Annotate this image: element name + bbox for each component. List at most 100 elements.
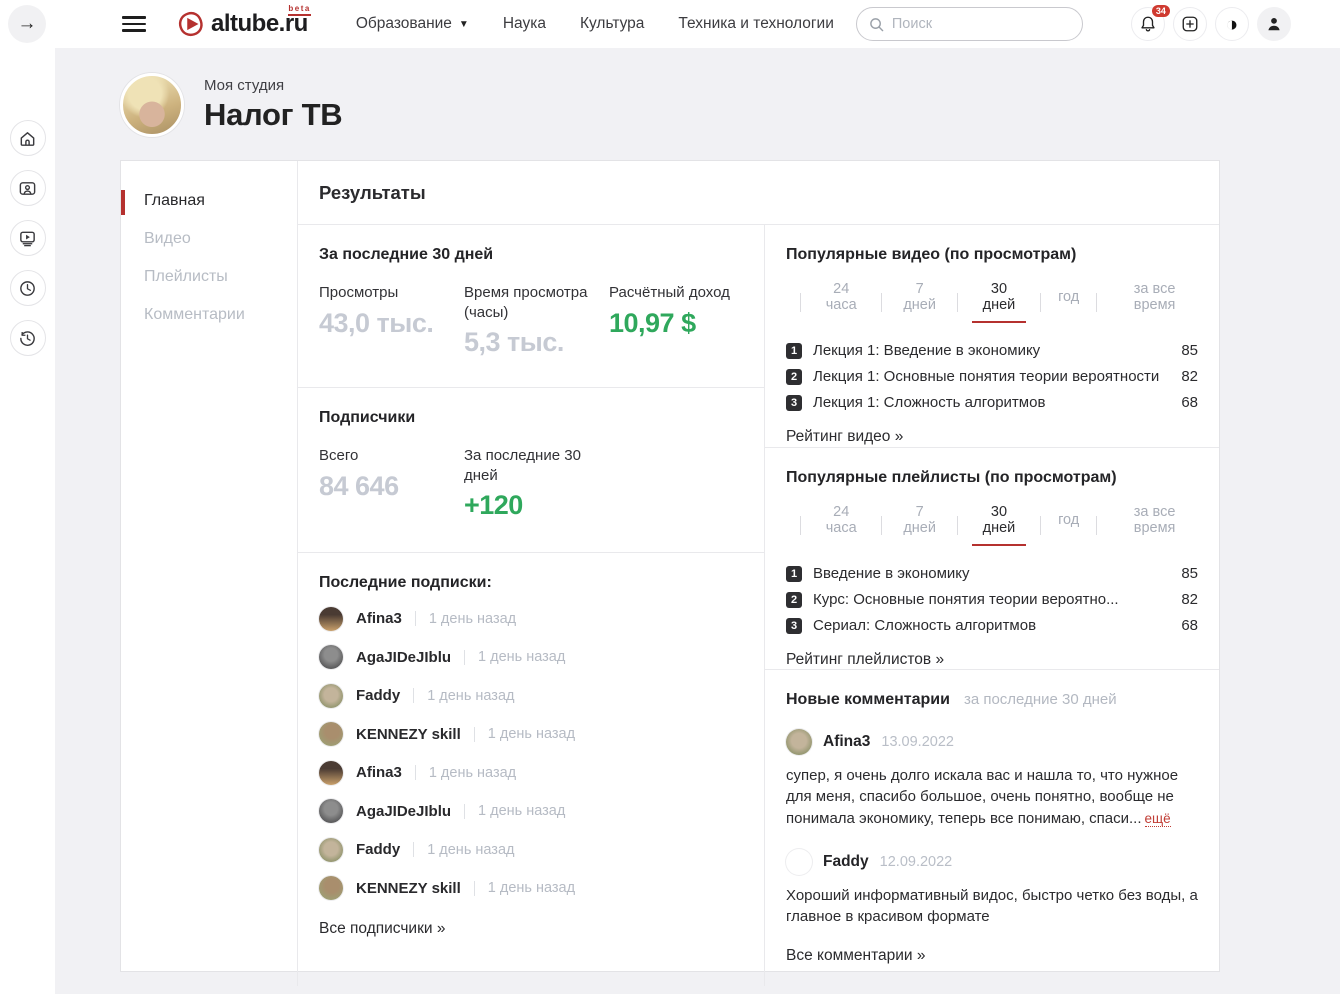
rank-badge: 1 — [786, 565, 802, 582]
subscribers-title: Подписчики — [319, 409, 416, 426]
comment-more-link[interactable]: ещё — [1144, 810, 1171, 827]
subscriber-row[interactable]: Faddy 1 день назад — [319, 683, 743, 708]
logo-beta-badge: beta — [288, 4, 311, 16]
all-subscribers-link[interactable]: Все подписчики » — [319, 920, 445, 938]
video-rank-row[interactable]: 3 Лекция 1: Сложность алгоритмов 68 — [786, 394, 1198, 411]
rank-badge: 1 — [786, 342, 802, 359]
subscriber-name: Faddy — [356, 687, 401, 704]
stat-watch-time-value: 5,3 тыс. — [464, 327, 564, 357]
subscriber-avatar — [319, 683, 343, 708]
divider — [413, 688, 415, 703]
playlist-views: 82 — [1181, 591, 1198, 608]
main-content: Моя студия Налог ТВ Главная Видео Плейли… — [55, 48, 1340, 994]
subscribers-section: Подписчики Всего 84 646 За последние 30 … — [298, 388, 764, 553]
rail-history-button[interactable] — [9, 320, 46, 356]
playlist-views: 85 — [1181, 565, 1198, 582]
videos-rating-link[interactable]: Рейтинг видео » — [786, 428, 903, 446]
divider — [473, 726, 475, 742]
stat-revenue-value: 10,97 $ — [609, 307, 696, 338]
period-tab[interactable]: год — [1055, 289, 1082, 315]
menu-button[interactable] — [122, 16, 146, 32]
period-tab[interactable]: за все время — [1111, 504, 1198, 546]
add-content-button[interactable] — [1172, 7, 1207, 41]
studio-nav-item[interactable]: Видео — [121, 221, 297, 257]
popular-videos-section: Популярные видео (по просмотрам) 24 часа… — [765, 225, 1219, 448]
sidebar-expand-button[interactable]: → — [8, 5, 46, 43]
stat-subs-total: Всего 84 646 — [319, 446, 464, 521]
dashboard-body: Результаты За последние 30 дней Просмотр… — [298, 161, 1219, 987]
notifications-button[interactable]: 34 — [1130, 5, 1170, 41]
account-card-icon — [19, 181, 36, 195]
popular-videos-title: Популярные видео (по просмотрам) — [786, 246, 1077, 263]
stat-views-value: 43,0 тыс. — [319, 307, 434, 338]
search-input[interactable] — [891, 16, 1070, 32]
playlist-title: Сериал: Сложность алгоритмов — [813, 617, 1037, 634]
comment: Faddy 12.09.2022 Хороший информативный в… — [786, 849, 1198, 928]
subscriber-row[interactable]: AgaJIDeJIblu 1 день назад — [319, 799, 743, 823]
subscriber-row[interactable]: KENNEZY skill 1 день назад — [319, 876, 743, 900]
subscriber-row[interactable]: AgaJIDeJIblu 1 день назад — [319, 645, 743, 669]
subscriber-name: KENNEZY skill — [356, 725, 461, 743]
subscriber-name: Faddy — [356, 841, 401, 858]
playlists-rating-link[interactable]: Рейтинг плейлистов » — [786, 651, 944, 669]
rail-channel-button[interactable] — [9, 170, 46, 206]
nav-tech[interactable]: Техника и технологии — [678, 15, 833, 33]
search-icon — [870, 17, 884, 31]
all-comments-link[interactable]: Все комментарии » — [786, 947, 926, 965]
bell-icon — [1141, 16, 1155, 32]
channel-avatar[interactable] — [120, 73, 184, 137]
playlist-rank-row[interactable]: 2 Курс: Основные понятия теории вероятно… — [786, 591, 1198, 608]
stats-column: За последние 30 дней Просмотры 43,0 тыс.… — [298, 225, 764, 986]
studio-nav-item[interactable]: Главная — [121, 183, 297, 219]
clock-icon — [20, 280, 35, 296]
popular-playlists-list: 1 Введение в экономику 85 2 Курс: Основн… — [786, 565, 1198, 634]
subscriber-row[interactable]: Faddy 1 день назад — [319, 837, 743, 862]
period-tab[interactable]: за все время — [1111, 281, 1198, 323]
period-tab[interactable]: 30 дней — [971, 504, 1027, 546]
period-tab[interactable]: 24 часа — [815, 281, 868, 323]
subscriber-row[interactable]: Afina3 1 день назад — [319, 760, 743, 785]
subscriber-time: 1 день назад — [428, 610, 517, 627]
video-rank-row[interactable]: 2 Лекция 1: Основные понятия теории веро… — [786, 368, 1198, 385]
rail-home-button[interactable] — [9, 120, 46, 156]
nav-education[interactable]: Образование ▼ — [356, 15, 469, 33]
period-tab[interactable]: год — [1055, 512, 1082, 538]
rail-subscriptions-button[interactable] — [9, 220, 46, 256]
studio-nav: Главная Видео Плейлисты Комментарии — [121, 161, 298, 987]
period-tab[interactable]: 24 часа — [815, 504, 868, 546]
playlist-views: 68 — [1181, 617, 1198, 634]
period-tab[interactable]: 7 дней — [896, 504, 943, 546]
subscriber-row[interactable]: KENNEZY skill 1 день назад — [319, 722, 743, 746]
rank-badge: 2 — [786, 591, 802, 608]
divider — [414, 611, 416, 626]
profile-button[interactable] — [1256, 7, 1291, 41]
subscriber-row[interactable]: Afina3 1 день назад — [319, 606, 743, 631]
logo[interactable]: altube.ru beta — [176, 4, 311, 39]
video-views: 85 — [1181, 342, 1198, 359]
subscriber-name: AgaJIDeJIblu — [356, 648, 452, 666]
playlist-rank-row[interactable]: 1 Введение в экономику 85 — [786, 565, 1198, 582]
subscriber-avatar — [319, 799, 343, 823]
results-title: Результаты — [319, 181, 426, 203]
rail-watch-later-button[interactable] — [9, 270, 46, 306]
period-tab[interactable]: 30 дней — [971, 281, 1027, 323]
video-rank-row[interactable]: 1 Лекция 1: Введение в экономику 85 — [786, 342, 1198, 359]
nav-science[interactable]: Наука — [503, 15, 546, 33]
video-title: Лекция 1: Основные понятия теории вероят… — [813, 368, 1160, 385]
popular-videos-tabs: 24 часа 7 дней 30 дней год за все время — [786, 281, 1198, 323]
comments-section: Новые комментарии за последние 30 дней A… — [765, 670, 1219, 986]
studio-nav-item[interactable]: Плейлисты — [121, 259, 297, 295]
popular-column: Популярные видео (по просмотрам) 24 часа… — [764, 225, 1219, 987]
period-tab[interactable]: 7 дней — [896, 281, 943, 323]
playlist-title: Курс: Основные понятия теории вероятно..… — [813, 591, 1119, 608]
contrast-icon: ◑ — [1225, 12, 1239, 36]
home-icon — [20, 131, 35, 146]
playlist-rank-row[interactable]: 3 Сериал: Сложность алгоритмов 68 — [786, 617, 1198, 634]
nav-culture[interactable]: Культура — [580, 15, 644, 33]
results-header: Результаты — [298, 161, 1219, 225]
popular-playlists-tabs: 24 часа 7 дней 30 дней год за все время — [786, 504, 1198, 546]
comment-avatar — [786, 849, 812, 875]
theme-toggle-button[interactable]: ◑ — [1214, 7, 1249, 41]
stat-views: Просмотры 43,0 тыс. — [319, 283, 464, 358]
studio-nav-item[interactable]: Комментарии — [121, 297, 297, 333]
